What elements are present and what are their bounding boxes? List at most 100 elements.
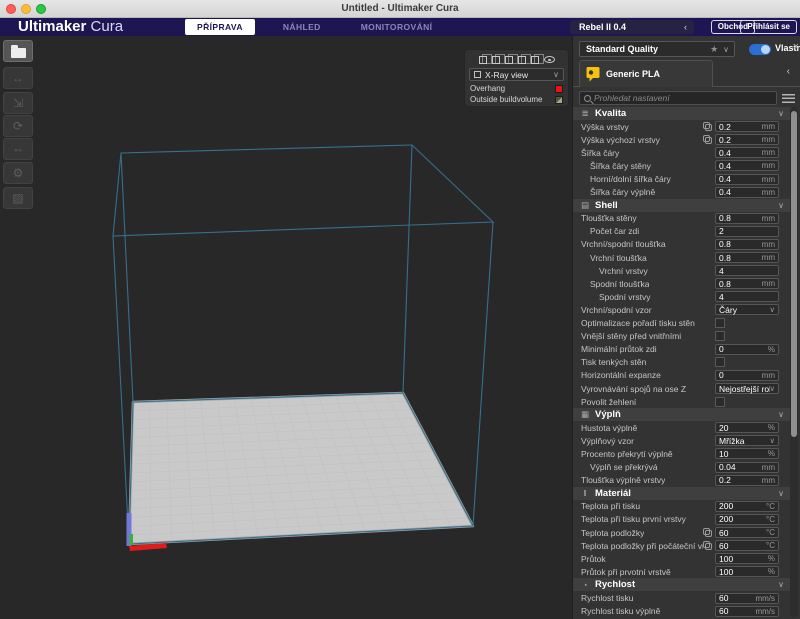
profile-name: Standard Quality	[580, 44, 710, 54]
setting-row: Optimalizace pořadí tisku stěn	[573, 317, 791, 330]
setting-input[interactable]: 4	[715, 265, 779, 276]
setting-checkbox[interactable]	[715, 357, 725, 367]
link-icon[interactable]	[703, 122, 712, 131]
setting-input[interactable]: 0.8mm	[715, 239, 779, 250]
section-header-quality[interactable]: ≣Kvalita∨	[573, 107, 791, 120]
custom-mode-toggle[interactable]	[749, 44, 771, 55]
setting-checkbox[interactable]	[715, 331, 725, 341]
section-header-material[interactable]: ‖Materiál∨	[573, 487, 791, 500]
search-input[interactable]	[594, 93, 776, 103]
open-file-button[interactable]	[3, 40, 33, 62]
front-view-icon[interactable]	[492, 56, 500, 64]
setting-input[interactable]: 4	[715, 291, 779, 302]
setting-row: Výška vrstvy0.2mm	[573, 120, 791, 133]
scrollbar-thumb[interactable]	[791, 111, 797, 437]
setting-row: Vrchní/spodní vzorČáry∨	[573, 303, 791, 316]
chevron-left-icon[interactable]: ‹	[787, 66, 790, 77]
setting-row: Počet čar zdi 2	[573, 225, 791, 238]
scale-tool-button[interactable]: ⇲	[3, 92, 33, 114]
setting-unit: mm	[762, 371, 778, 380]
section-header-speed[interactable]: ◔Rychlost∨	[573, 578, 791, 591]
stage-tab[interactable]: PŘÍPRAVA	[185, 19, 255, 35]
top-view-icon[interactable]	[505, 56, 513, 64]
setting-input[interactable]: 0.8mm	[715, 252, 779, 263]
render-mode-dropdown[interactable]: X-Ray view ∨	[469, 68, 564, 81]
per-model-settings-tool-button[interactable]: ⚙	[3, 162, 33, 184]
setting-input[interactable]: 0.8mm	[715, 213, 779, 224]
eye-icon[interactable]	[544, 56, 555, 63]
setting-input[interactable]: 0.04mm	[715, 462, 779, 473]
setting-unit: %	[768, 423, 778, 432]
setting-input[interactable]: 2	[715, 226, 779, 237]
setting-row: Minimální průtok zdi0%	[573, 343, 791, 356]
setting-input[interactable]: 0mm	[715, 370, 779, 381]
support-blocker-tool-button[interactable]: ▨	[3, 187, 33, 209]
setting-input[interactable]: 0.4mm	[715, 160, 779, 171]
setting-input[interactable]: 100%	[715, 566, 779, 577]
left-view-icon[interactable]	[518, 56, 526, 64]
settings-scrollbar[interactable]	[790, 107, 798, 617]
link-icon[interactable]	[703, 541, 712, 550]
setting-input[interactable]: 0%	[715, 344, 779, 355]
setting-unit: mm	[762, 161, 778, 170]
right-view-icon[interactable]	[531, 56, 539, 64]
setting-unit: mm	[762, 253, 778, 262]
main-header: Ultimaker Cura PŘÍPRAVA NÁHLED MONITOROVÁN…	[0, 18, 800, 36]
setting-select[interactable]: Nejostřejší roh∨	[715, 383, 779, 394]
setting-input[interactable]: 0.2mm	[715, 134, 779, 145]
setting-row: Vrchní/spodní tloušťka0.8mm	[573, 238, 791, 251]
setting-checkbox[interactable]	[715, 318, 725, 328]
link-icon[interactable]	[703, 528, 712, 537]
setting-label: Počet čar zdi	[573, 226, 639, 236]
stage-tab[interactable]: NÁHLED	[271, 19, 333, 35]
viewport-3d[interactable]	[0, 36, 572, 619]
setting-input[interactable]: 100%	[715, 553, 779, 564]
setting-input[interactable]: 20%	[715, 422, 779, 433]
setting-row: Rychlost tisku výplně60mm/s	[573, 605, 791, 618]
setting-input[interactable]: 60°C	[715, 540, 779, 551]
setting-select[interactable]: Mřížka∨	[715, 435, 779, 446]
settings-list: ≣Kvalita∨Výška vrstvy0.2mmVýška výchozí …	[573, 107, 791, 619]
setting-input[interactable]: 10%	[715, 448, 779, 459]
settings-menu-icon[interactable]	[782, 94, 795, 103]
setting-input[interactable]: 200°C	[715, 514, 779, 525]
setting-input[interactable]: 200°C	[715, 501, 779, 512]
extruder-tab[interactable]: Generic PLA	[579, 60, 713, 87]
setting-label: Šířka čáry výplně	[573, 187, 655, 197]
setting-input[interactable]: 60mm/s	[715, 593, 779, 604]
setting-row: Výška výchozí vrstvy0.2mm	[573, 133, 791, 146]
chevron-down-icon: ∨	[723, 45, 729, 54]
sign-in-button[interactable]: Přihlásit se	[740, 20, 797, 34]
setting-row: Vnější stěny před vnitřními	[573, 330, 791, 343]
setting-unit: mm	[762, 214, 778, 223]
setting-unit: °C	[766, 541, 778, 550]
app-logo: Ultimaker Cura	[18, 18, 123, 36]
mirror-tool-button[interactable]: ⇔	[3, 138, 33, 160]
setting-row: Teplota podložky při počáteční vrstvě 60°…	[573, 539, 791, 552]
legend-row: Overhang	[465, 83, 568, 94]
setting-label: Teplota podložky při počáteční vrstvě	[573, 541, 703, 551]
section-header-infill[interactable]: ▦Výplň∨	[573, 408, 791, 421]
setting-input[interactable]: 0.4mm	[715, 187, 779, 198]
setting-input[interactable]: 60mm/s	[715, 606, 779, 617]
setting-input[interactable]: 0.2mm	[715, 121, 779, 132]
3d-view-icon[interactable]	[479, 56, 487, 64]
camera-view-buttons	[465, 50, 568, 66]
setting-input[interactable]: 60°C	[715, 527, 779, 538]
setting-input[interactable]: 0.4mm	[715, 174, 779, 185]
setting-input[interactable]: 0.4mm	[715, 147, 779, 158]
setting-input[interactable]: 0.8mm	[715, 278, 779, 289]
setting-checkbox[interactable]	[715, 397, 725, 407]
move-tool-button[interactable]: ↔	[3, 67, 33, 89]
profile-dropdown[interactable]: Standard Quality ★ ∨	[579, 41, 735, 57]
link-icon[interactable]	[703, 135, 712, 144]
y-axis-green	[130, 534, 134, 545]
rotate-tool-button[interactable]: ⟳	[3, 115, 33, 137]
section-header-shell[interactable]: ▤Shell∨	[573, 199, 791, 212]
stage-tab[interactable]: MONITOROVÁNÍ	[349, 19, 445, 35]
close-icon[interactable]: ×	[793, 41, 799, 53]
setting-select[interactable]: Čáry∨	[715, 304, 779, 315]
setting-unit: mm	[762, 175, 778, 184]
machine-selector[interactable]: Rebel II 0.4 ‹	[570, 20, 694, 34]
setting-input[interactable]: 0.2mm	[715, 475, 779, 486]
